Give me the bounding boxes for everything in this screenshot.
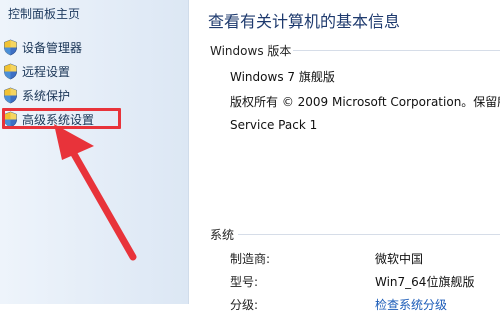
windows-edition-value: Windows 7 旗舰版 — [230, 70, 335, 84]
rating-label: 分级: — [230, 298, 259, 312]
manufacturer-label: 制造商: — [230, 252, 271, 266]
sidebar-item-label: 远程设置 — [22, 64, 71, 79]
manufacturer-value: 微软中国 — [375, 252, 424, 266]
highlight-box — [2, 108, 121, 129]
page-title: 查看有关计算机的基本信息 — [208, 12, 401, 31]
copyright-text: 版权所有 © 2009 Microsoft Corporation。保留所 — [230, 95, 500, 109]
system-section-label: 系统 — [210, 228, 235, 242]
rating-link[interactable]: 检查系统分级 — [375, 296, 447, 313]
sidebar-item-label: 系统保护 — [22, 88, 71, 103]
shield-icon — [4, 63, 17, 79]
control-panel-home-link[interactable]: 控制面板主页 — [8, 5, 80, 22]
sidebar-item-label: 设备管理器 — [22, 40, 83, 55]
sidebar-item-remote-settings[interactable]: 远程设置 — [3, 62, 70, 80]
sidebar-item-system-protection[interactable]: 系统保护 — [3, 86, 70, 104]
sidebar: 控制面板主页 设备管理器 远程设置 系统保护 高级系统设置 — [0, 0, 189, 304]
windows-edition-section-label: Windows 版本 — [210, 44, 292, 58]
model-label: 型号: — [230, 275, 259, 289]
main-content: 查看有关计算机的基本信息 Windows 版本 Windows 7 旗舰版 版权… — [189, 0, 500, 312]
shield-icon — [4, 39, 17, 55]
shield-icon — [4, 87, 17, 103]
service-pack-value: Service Pack 1 — [230, 118, 318, 132]
section-divider — [293, 50, 500, 51]
sidebar-item-device-manager[interactable]: 设备管理器 — [3, 38, 82, 56]
section-divider — [238, 234, 500, 235]
model-value: Win7_64位旗舰版 — [375, 275, 475, 289]
